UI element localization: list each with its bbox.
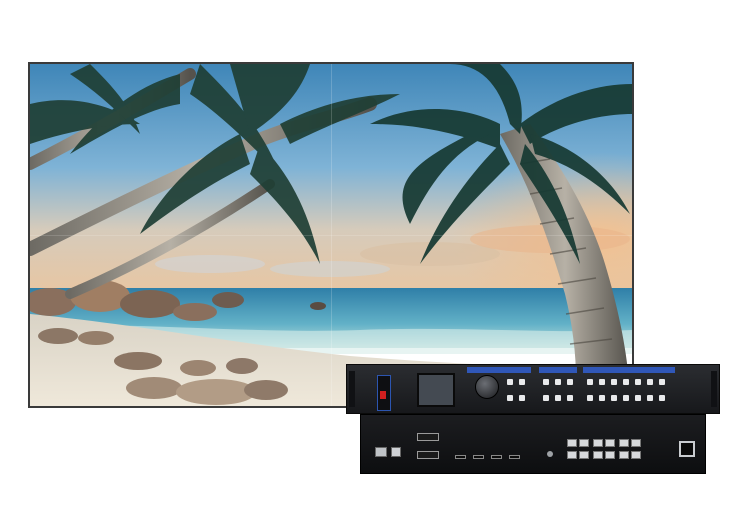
front-button[interactable] [611,395,617,401]
group-label [467,367,531,373]
audio-jack[interactable] [547,451,553,457]
group-label [539,367,577,373]
front-button[interactable] [599,395,605,401]
front-button[interactable] [647,395,653,401]
front-button[interactable] [623,379,629,385]
hdmi-port[interactable] [473,455,484,459]
product-scene [0,0,748,528]
rack-ear-left [349,371,355,407]
hdmi-port[interactable] [455,455,466,459]
rotary-knob[interactable] [475,375,499,399]
output-port[interactable] [593,451,603,459]
video-wall [28,62,634,408]
video-processor [346,364,720,474]
output-port[interactable] [631,451,641,459]
front-button[interactable] [587,379,593,385]
dvi-port[interactable] [417,451,439,459]
front-panel [346,364,720,414]
front-button[interactable] [507,395,513,401]
front-button[interactable] [659,379,665,385]
front-button[interactable] [543,395,549,401]
front-button[interactable] [567,379,573,385]
usb-port[interactable] [391,447,401,457]
front-button[interactable] [567,395,573,401]
front-button[interactable] [519,395,525,401]
lcd-screen [417,373,455,407]
hdmi-port[interactable] [491,455,502,459]
power-inlet[interactable] [679,441,695,457]
dvi-port[interactable] [417,433,439,441]
panel-seam [30,235,632,236]
front-button[interactable] [635,395,641,401]
output-port[interactable] [567,451,577,459]
output-port[interactable] [567,439,577,447]
front-button[interactable] [543,379,549,385]
front-button[interactable] [555,379,561,385]
output-port[interactable] [593,439,603,447]
group-label [583,367,675,373]
output-port[interactable] [579,439,589,447]
front-button[interactable] [659,395,665,401]
front-button[interactable] [635,379,641,385]
output-port[interactable] [579,451,589,459]
ethernet-port[interactable] [375,447,387,457]
output-port[interactable] [605,439,615,447]
front-button[interactable] [519,379,525,385]
hdmi-port[interactable] [509,455,520,459]
front-button[interactable] [555,395,561,401]
output-port[interactable] [605,451,615,459]
front-button[interactable] [599,379,605,385]
output-port[interactable] [619,439,629,447]
front-button[interactable] [611,379,617,385]
output-port[interactable] [631,439,641,447]
front-button[interactable] [587,395,593,401]
rack-ear-right [711,371,717,407]
front-button[interactable] [647,379,653,385]
front-button[interactable] [623,395,629,401]
power-switch[interactable] [380,391,386,399]
rear-panel [360,414,706,474]
front-button[interactable] [507,379,513,385]
output-port[interactable] [619,451,629,459]
